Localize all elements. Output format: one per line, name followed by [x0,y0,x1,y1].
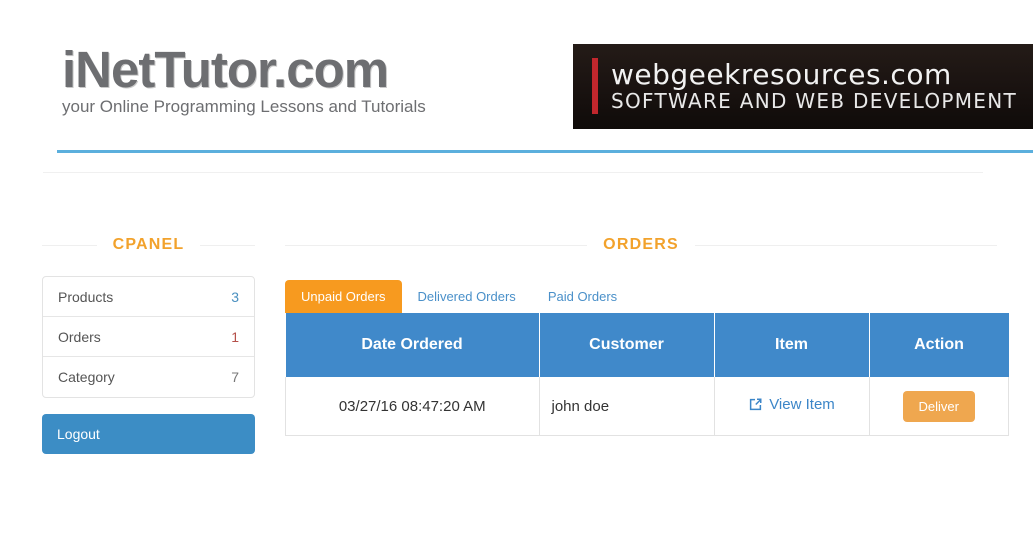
cpanel-sidebar: CPANEL Products 3 Orders 1 Category 7 Lo… [42,236,256,454]
tab-delivered-orders[interactable]: Delivered Orders [402,280,532,313]
view-item-label: View Item [769,396,835,413]
products-count: 3 [231,288,239,305]
heading-rule-left [285,244,588,246]
heading-rule-right [200,244,256,246]
sidebar-item-category[interactable]: Category 7 [43,357,254,397]
column-header-customer[interactable]: Customer [539,313,715,377]
orders-table-body: 03/27/16 08:47:20 AM john doe View Item … [285,377,1009,436]
orders-table-head: Date Ordered Customer Item Action [285,313,1009,377]
heading-rule-left [42,244,97,246]
cpanel-list: Products 3 Orders 1 Category 7 [42,276,255,398]
tab-unpaid-orders[interactable]: Unpaid Orders [285,280,402,313]
orders-heading-label: ORDERS [603,236,679,253]
banner-subtitle: SOFTWARE AND WEB DEVELOPMENT [611,88,1018,113]
sponsor-banner[interactable]: webgeekresources.com SOFTWARE AND WEB DE… [573,44,1033,129]
sidebar-item-label: Category [58,369,115,385]
page-header: iNetTutor.com your Online Programming Le… [0,0,1033,173]
cell-item: View Item [713,377,870,436]
cell-date-ordered: 03/27/16 08:47:20 AM [285,377,540,436]
cpanel-heading: CPANEL [42,236,256,254]
banner-content: webgeekresources.com SOFTWARE AND WEB DE… [592,58,1017,114]
view-item-link[interactable]: View Item [748,396,835,413]
orders-heading: ORDERS [285,236,997,254]
logo-title: iNetTutor.com [62,41,389,98]
banner-title: webgeekresources.com [611,58,952,92]
header-divider-blue [57,150,1033,153]
banner-accent-bar [592,58,598,114]
deliver-button[interactable]: Deliver [902,390,975,422]
column-header-item[interactable]: Item [714,313,870,377]
site-logo: iNetTutor.com your Online Programming Le… [62,44,482,117]
sidebar-item-label: Products [58,288,114,305]
logout-button[interactable]: Logout [42,414,255,454]
cell-customer: john doe [538,377,715,436]
orders-table: Date Ordered Customer Item Action 03/27/… [285,313,1009,436]
table-header-row: Date Ordered Customer Item Action [285,313,1009,377]
cpanel-heading-label: CPANEL [112,236,185,253]
sidebar-item-orders[interactable]: Orders 1 [43,317,254,357]
orders-tabs: Unpaid Orders Delivered Orders Paid Orde… [285,276,997,313]
column-header-date-ordered[interactable]: Date Ordered [285,313,540,377]
cell-action: Deliver [868,377,1009,436]
logo-tagline: your Online Programming Lessons and Tuto… [62,97,426,116]
category-count: 7 [231,369,239,385]
tab-paid-orders[interactable]: Paid Orders [532,280,633,313]
external-link-icon [748,397,763,412]
sidebar-item-products[interactable]: Products 3 [43,277,254,317]
orders-count: 1 [231,328,239,345]
heading-rule-right [694,244,997,246]
orders-panel: ORDERS Unpaid Orders Delivered Orders Pa… [285,236,1009,436]
column-header-action[interactable]: Action [869,313,1009,377]
header-divider-gray [43,172,983,173]
banner-text: webgeekresources.com SOFTWARE AND WEB DE… [611,58,1017,114]
sidebar-item-label: Orders [58,328,101,345]
table-row: 03/27/16 08:47:20 AM john doe View Item … [285,377,1009,436]
